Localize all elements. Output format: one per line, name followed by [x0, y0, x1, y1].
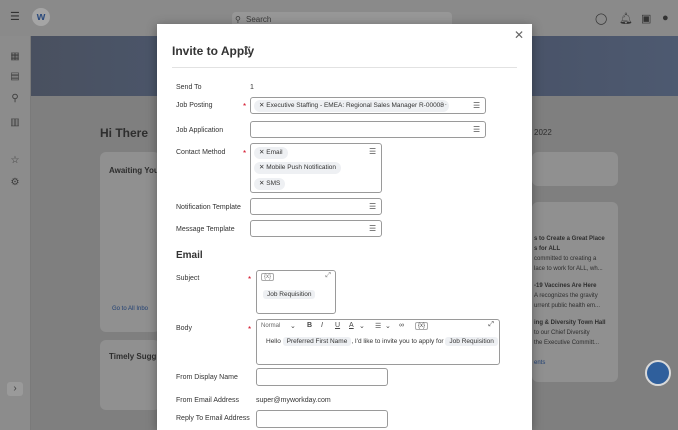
related-actions-icon[interactable]: ▪▪▪ ▪▪▪: [244, 45, 250, 57]
announcement-line: the Executive Committ...: [534, 340, 600, 346]
timely-label: Timely Sugg: [109, 352, 157, 361]
document-icon[interactable]: ▤: [10, 72, 20, 82]
more-icon[interactable]: ⋯: [440, 101, 447, 109]
announcement-line: s to Create a Great Place: [534, 236, 605, 242]
dialog-title: Invite to Apply: [172, 44, 255, 58]
chat-icon[interactable]: ◯: [595, 12, 607, 25]
list-icon[interactable]: ☰: [369, 224, 376, 233]
reply-to-label: Reply To Email Address: [176, 415, 250, 422]
from-display-name-input[interactable]: [256, 368, 388, 386]
close-icon[interactable]: ✕: [514, 28, 524, 42]
awaiting-card: [100, 152, 160, 332]
announcement-line: lace to work for ALL, wh...: [534, 266, 603, 272]
chevron-down-icon[interactable]: ⌄: [385, 322, 391, 330]
list-icon[interactable]: ☰: [369, 147, 376, 156]
invite-dialog: Invite to Apply ▪▪▪ ▪▪▪ ✕ Send To 1 Job P…: [157, 24, 532, 430]
menu-icon[interactable]: ☰: [10, 10, 20, 23]
notification-template-label: Notification Template: [176, 204, 241, 211]
notifications-icon[interactable]: 🔔︎: [619, 12, 633, 25]
reply-to-input[interactable]: [256, 410, 388, 428]
notification-template-input[interactable]: ☰: [250, 198, 382, 215]
list-icon[interactable]: ☰: [473, 101, 480, 110]
message-template-label: Message Template: [176, 226, 235, 233]
job-posting-input[interactable]: ✕ Executive Staffing - EMEA: Regional Sa…: [250, 97, 486, 114]
body-text: Hello Preferred First Name, I'd like to …: [266, 337, 498, 346]
contact-method-pill[interactable]: ✕ Mobile Push Notification: [254, 162, 341, 174]
insert-token-icon[interactable]: {x}: [261, 273, 275, 281]
from-email-label: From Email Address: [176, 397, 240, 404]
search-icon[interactable]: ⚲: [10, 94, 20, 104]
assistant-button[interactable]: [645, 360, 671, 386]
from-display-name-label: From Display Name: [176, 374, 238, 381]
font-color-icon[interactable]: A: [349, 322, 354, 329]
contact-method-pill[interactable]: ✕ Email: [254, 147, 288, 159]
timely-card: [100, 340, 160, 410]
date-card: [532, 152, 618, 186]
announcement-line: s for ALL: [534, 246, 561, 252]
insert-token-icon[interactable]: {x}: [415, 322, 429, 330]
chevron-down-icon[interactable]: ⌄: [359, 322, 365, 330]
list-icon[interactable]: ☰: [369, 202, 376, 211]
bold-icon[interactable]: B: [307, 322, 312, 329]
divider: [172, 67, 517, 68]
body-editor[interactable]: Normal ⌄ B I U A ⌄ ☰ ⌄ ∞ {x} ⤢ Hello Pre…: [256, 319, 500, 365]
required-marker: *: [248, 325, 252, 334]
announcement-line: committed to creating a: [534, 256, 597, 262]
inbox-icon[interactable]: ▣: [641, 12, 651, 25]
body-label: Body: [176, 325, 192, 332]
go-to-inbox-link[interactable]: Go to All Inbo: [112, 306, 148, 312]
team-icon[interactable]: ▥: [10, 118, 20, 128]
job-posting-pill[interactable]: ✕ Executive Staffing - EMEA: Regional Sa…: [254, 100, 449, 112]
contact-method-input[interactable]: ✕ Email ✕ Mobile Push Notification ✕ SMS…: [250, 143, 382, 193]
workday-logo[interactable]: w: [32, 8, 50, 26]
style-select[interactable]: Normal: [261, 323, 280, 329]
required-marker: *: [243, 149, 247, 158]
subject-editor[interactable]: {x} ⤢ Job Requisition: [256, 270, 336, 314]
job-posting-label: Job Posting: [176, 102, 213, 109]
chevron-down-icon[interactable]: ⌄: [290, 322, 296, 330]
announcements-card: [532, 202, 618, 382]
announcement-line: A recognizes the gravity: [534, 293, 598, 299]
contact-method-label: Contact Method: [176, 149, 226, 156]
announcement-line: -19 Vaccines Are Here: [534, 283, 597, 289]
sidebar: ▦ ▤ ⚲ ▥ ☆ ⚙ ›: [0, 36, 31, 430]
settings-icon[interactable]: ⚙: [10, 178, 20, 188]
announcement-line: to our Chief Diversity: [534, 330, 590, 336]
link-icon[interactable]: ∞: [399, 322, 404, 329]
subject-label: Subject: [176, 275, 200, 282]
hero-greeting: Hi There: [100, 126, 149, 140]
announcement-line: urrent public health em...: [534, 303, 601, 309]
avatar[interactable]: ●: [662, 12, 669, 24]
year-text: 2022: [534, 128, 552, 137]
expand-sidebar-icon[interactable]: ›: [7, 382, 23, 396]
bullet-list-icon[interactable]: ☰: [375, 322, 381, 330]
list-icon[interactable]: ☰: [473, 125, 480, 134]
job-application-input[interactable]: ☰: [250, 121, 486, 138]
send-to-label: Send To: [176, 84, 202, 91]
from-email-value: super@myworkday.com: [256, 397, 331, 404]
apps-icon[interactable]: ▦: [10, 52, 20, 62]
expand-icon[interactable]: ⤢: [488, 321, 494, 329]
awaiting-label: Awaiting You: [109, 166, 159, 175]
underline-icon[interactable]: U: [335, 322, 340, 329]
expand-icon[interactable]: ⤢: [325, 272, 331, 280]
announcement-line[interactable]: ents: [534, 360, 545, 366]
required-marker: *: [243, 102, 247, 111]
contact-method-pill[interactable]: ✕ SMS: [254, 178, 286, 190]
required-marker: *: [248, 275, 252, 284]
message-template-input[interactable]: ☰: [250, 220, 382, 237]
subject-token[interactable]: Job Requisition: [263, 290, 316, 299]
body-token-first-name[interactable]: Preferred First Name: [282, 337, 352, 346]
job-application-label: Job Application: [176, 127, 224, 134]
email-section-title: Email: [176, 250, 203, 261]
star-icon[interactable]: ☆: [10, 156, 20, 166]
send-to-value: 1: [250, 84, 254, 91]
announcement-line: ing & Diversity Town Hall: [534, 320, 606, 326]
body-token-job-requisition[interactable]: Job Requisition: [445, 337, 498, 346]
italic-icon[interactable]: I: [321, 322, 323, 329]
